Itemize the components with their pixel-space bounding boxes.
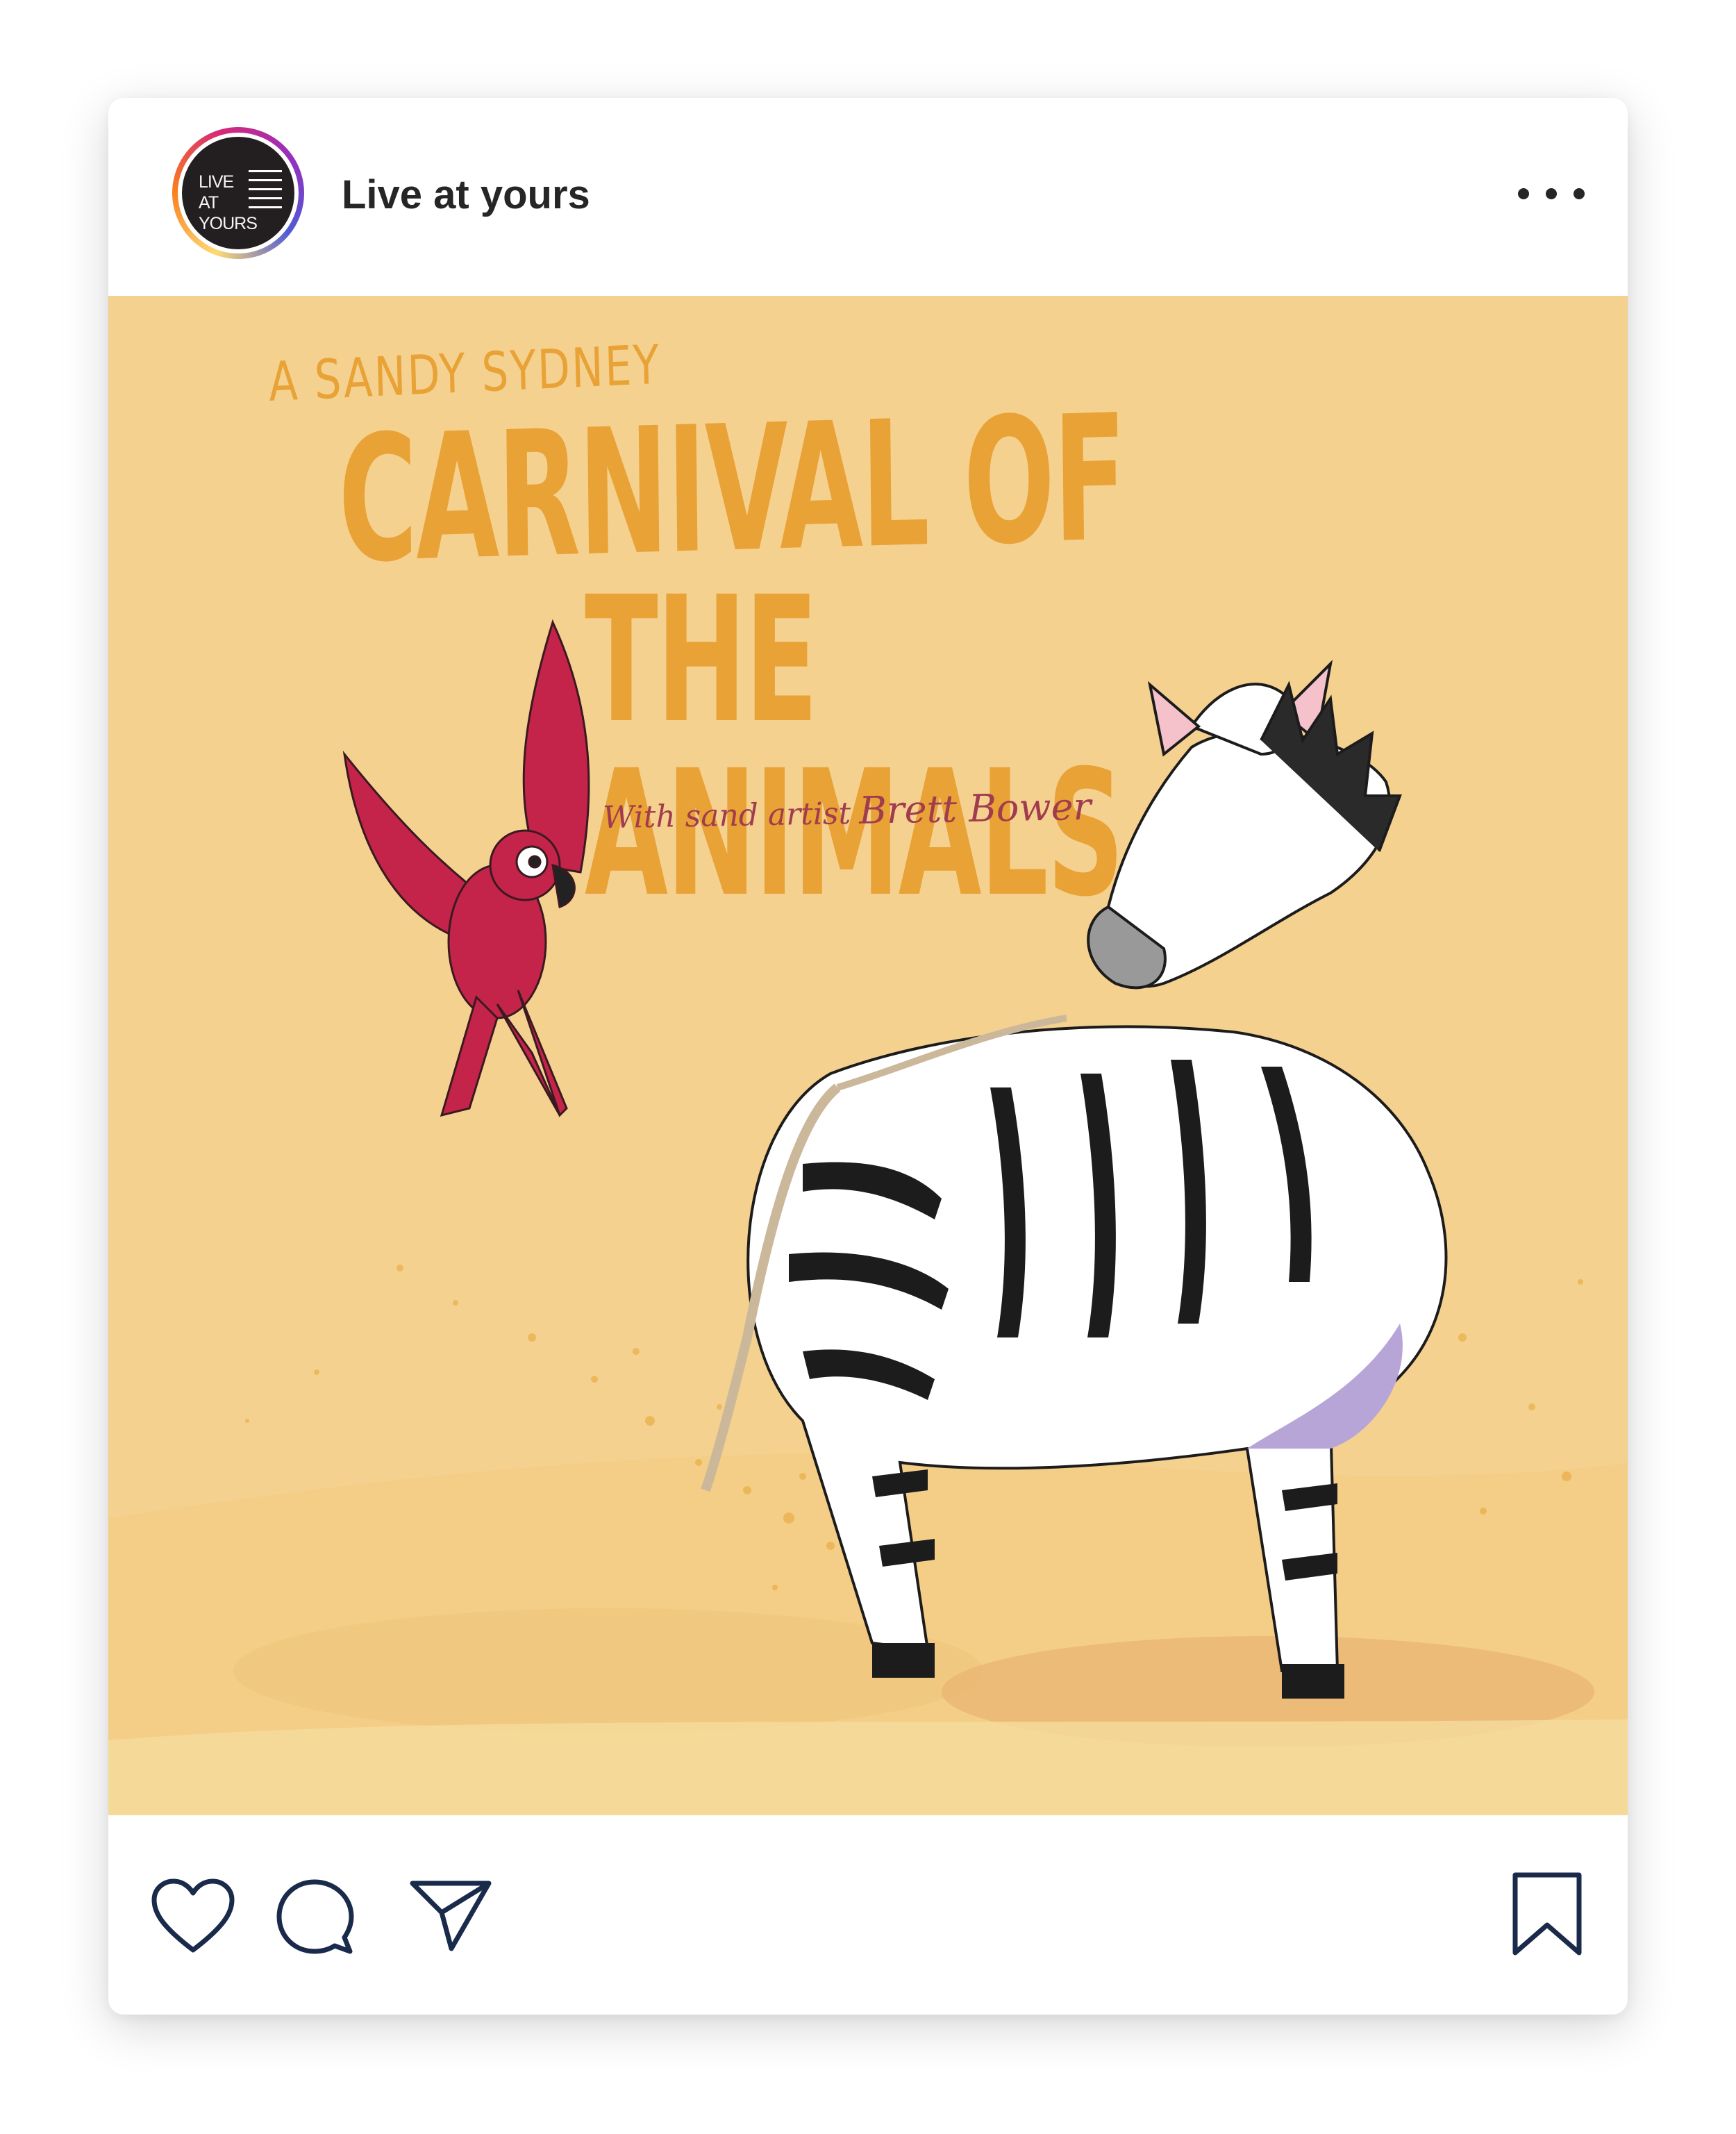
bookmark-icon (1512, 1872, 1582, 1956)
image-subtitle: With sand artist Brett Bower (603, 785, 1092, 837)
avatar[interactable]: LIVE AT YOURS (172, 127, 304, 259)
avatar-lines-graphic (249, 170, 282, 216)
comment-button[interactable] (275, 1878, 354, 1957)
paper-plane-icon (410, 1881, 492, 1951)
share-button[interactable] (408, 1879, 493, 1953)
more-options-button[interactable] (1518, 173, 1585, 215)
post-header: LIVE AT YOURS Live at yours (108, 98, 1628, 296)
instagram-post-card: LIVE AT YOURS Live at yours A SANDY SYDN… (108, 98, 1628, 2015)
save-button[interactable] (1511, 1871, 1583, 1958)
account-name[interactable]: Live at yours (342, 172, 590, 218)
image-title-line2: THE ANIMALS (585, 559, 1124, 935)
post-actions-bar (108, 1815, 1628, 2015)
subtitle-artist: Brett Bower (858, 784, 1092, 833)
image-title-line1: CARNIVAL OF (337, 377, 1126, 601)
post-image[interactable]: A SANDY SYDNEY CARNIVAL OF THE ANIMALS W… (108, 296, 1628, 1815)
avatar-logo: LIVE AT YOURS (182, 137, 294, 249)
like-button[interactable] (150, 1878, 236, 1956)
subtitle-prefix: With sand artist (602, 795, 851, 836)
comment-icon (276, 1879, 354, 1954)
more-horizontal-icon (1518, 188, 1529, 199)
heart-icon (151, 1878, 235, 1953)
avatar-text-line1: LIVE AT (199, 172, 234, 212)
avatar-text-line2: YOURS (199, 214, 258, 233)
